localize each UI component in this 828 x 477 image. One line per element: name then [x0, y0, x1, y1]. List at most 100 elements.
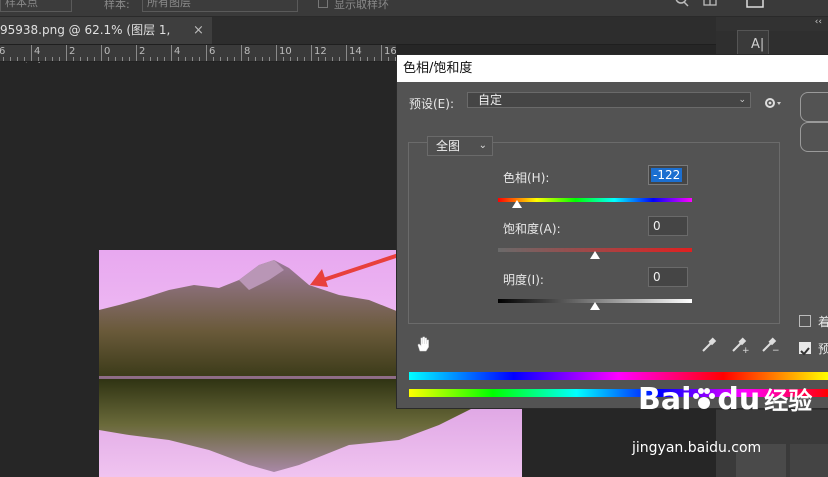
ruler-tick	[108, 57, 109, 61]
hue-input[interactable]: -122	[648, 165, 688, 185]
cancel-button[interactable]	[800, 122, 828, 152]
search-icon[interactable]	[674, 0, 690, 8]
svg-text:+: +	[742, 346, 750, 354]
adjustment-group	[408, 142, 780, 324]
channel-select[interactable]: 全图 ⌄	[427, 136, 493, 156]
ruler-tick	[94, 57, 95, 61]
ruler-tick	[171, 45, 172, 61]
ruler-tick	[227, 57, 228, 61]
ruler-tick	[101, 45, 102, 61]
hue-label: 色相(H):	[503, 171, 550, 185]
preset-label: 预设(E):	[409, 97, 454, 111]
ruler-tick	[381, 45, 382, 61]
ruler-tick	[157, 57, 158, 61]
ruler-label: 16	[384, 46, 396, 57]
ruler-label: 12	[314, 46, 327, 57]
share-icon[interactable]	[746, 0, 764, 11]
ruler-label: 2	[139, 46, 146, 57]
ruler-tick	[31, 45, 32, 61]
ruler-tick	[129, 57, 130, 61]
saturation-value: 0	[653, 219, 661, 233]
ruler-tick	[346, 45, 347, 61]
lightness-label: 明度(I):	[503, 273, 544, 287]
ruler-tick	[290, 57, 291, 61]
svg-text:−: −	[772, 346, 780, 354]
panel-collapse-glyph: ‹‹	[814, 17, 822, 27]
ruler-tick	[143, 57, 144, 61]
saturation-input[interactable]: 0	[648, 216, 688, 236]
channel-value: 全图	[436, 139, 461, 153]
ruler-tick	[311, 45, 312, 61]
preview-checkbox[interactable]	[799, 342, 811, 356]
watermark-cn: 经验	[764, 387, 813, 415]
saturation-label: 饱和度(A):	[503, 222, 561, 236]
ruler-tick	[339, 57, 340, 61]
options-bar: 样本点 样本: 所有图层 显示取样环	[0, 0, 828, 17]
sample-label: 样本:	[104, 0, 130, 11]
sample-size-select[interactable]: 样本点	[0, 0, 72, 12]
lightness-value: 0	[653, 270, 661, 284]
ruler-tick	[353, 57, 354, 61]
lightness-input[interactable]: 0	[648, 267, 688, 287]
preview-label: 预	[818, 342, 828, 356]
preset-value: 自定	[478, 93, 503, 107]
sample-layers-value: 所有图层	[147, 0, 191, 9]
ruler-tick	[213, 57, 214, 61]
ruler-tick	[269, 57, 270, 61]
show-ring-checkbox[interactable]	[318, 0, 328, 8]
ruler-tick	[3, 57, 4, 61]
document-tab[interactable]: 95938.png @ 62.1% (图层 1, RGB/8) ×	[0, 17, 212, 64]
ruler-label: 6	[209, 46, 216, 57]
baidu-watermark: Bai du 经验	[638, 381, 812, 417]
ruler-label: 6	[0, 46, 5, 57]
preset-select[interactable]: 自定 ⌄	[467, 92, 751, 108]
close-icon[interactable]: ×	[193, 17, 204, 44]
horizontal-ruler: 6 4 2 0 2 4 6 8 10 12 14 16	[0, 45, 396, 62]
ruler-tick	[276, 45, 277, 61]
gear-icon[interactable]	[764, 96, 782, 110]
sample-layers-select[interactable]: 所有图层	[142, 0, 298, 12]
ruler-tick	[283, 57, 284, 61]
ruler-tick	[66, 45, 67, 61]
paw-icon	[691, 382, 717, 417]
ruler-tick	[122, 57, 123, 61]
dialog-title-bar: 色相/饱和度	[397, 55, 828, 82]
hue-slider-thumb[interactable]	[512, 200, 523, 208]
colorize-checkbox[interactable]	[799, 315, 811, 327]
ruler-tick	[325, 57, 326, 61]
ruler-tick	[374, 57, 375, 61]
ruler-tick	[220, 57, 221, 61]
ruler-tick	[185, 57, 186, 61]
ruler-tick	[234, 57, 235, 61]
ruler-tick	[360, 57, 361, 61]
ruler-tick	[241, 45, 242, 61]
ok-button[interactable]	[800, 92, 828, 122]
document-tab-title: 95938.png @ 62.1% (图层 1, RGB/8)	[0, 23, 171, 64]
panel-collapse-icon[interactable]: ‹‹	[716, 17, 828, 31]
ruler-tick	[59, 57, 60, 61]
hue-slider-track[interactable]	[498, 198, 692, 202]
workspace-icon[interactable]	[703, 0, 717, 9]
ruler-tick	[52, 57, 53, 61]
ruler-tick	[255, 57, 256, 61]
ruler-tick	[192, 57, 193, 61]
ruler-tick	[87, 57, 88, 61]
eyedropper-plus-icon[interactable]: +	[730, 336, 750, 354]
watermark-url: jingyan.baidu.com	[632, 440, 762, 456]
ruler-tick	[73, 57, 74, 61]
ruler-tick	[17, 57, 18, 61]
ruler-label: 8	[244, 46, 251, 57]
lightness-slider-thumb[interactable]	[590, 302, 600, 310]
ruler-tick	[80, 57, 81, 61]
ruler-tick	[24, 57, 25, 61]
eyedropper-icon[interactable]	[700, 336, 718, 354]
watermark-bai: Bai	[638, 382, 692, 417]
chevron-down-icon: ⌄	[738, 95, 746, 105]
checkmark-icon	[800, 347, 810, 356]
character-icon: A|	[751, 37, 765, 52]
ruler-tick	[248, 57, 249, 61]
eyedropper-minus-icon[interactable]: −	[760, 336, 780, 354]
ruler-tick	[150, 57, 151, 61]
saturation-slider-thumb[interactable]	[590, 251, 600, 259]
hand-target-icon[interactable]	[414, 335, 432, 353]
